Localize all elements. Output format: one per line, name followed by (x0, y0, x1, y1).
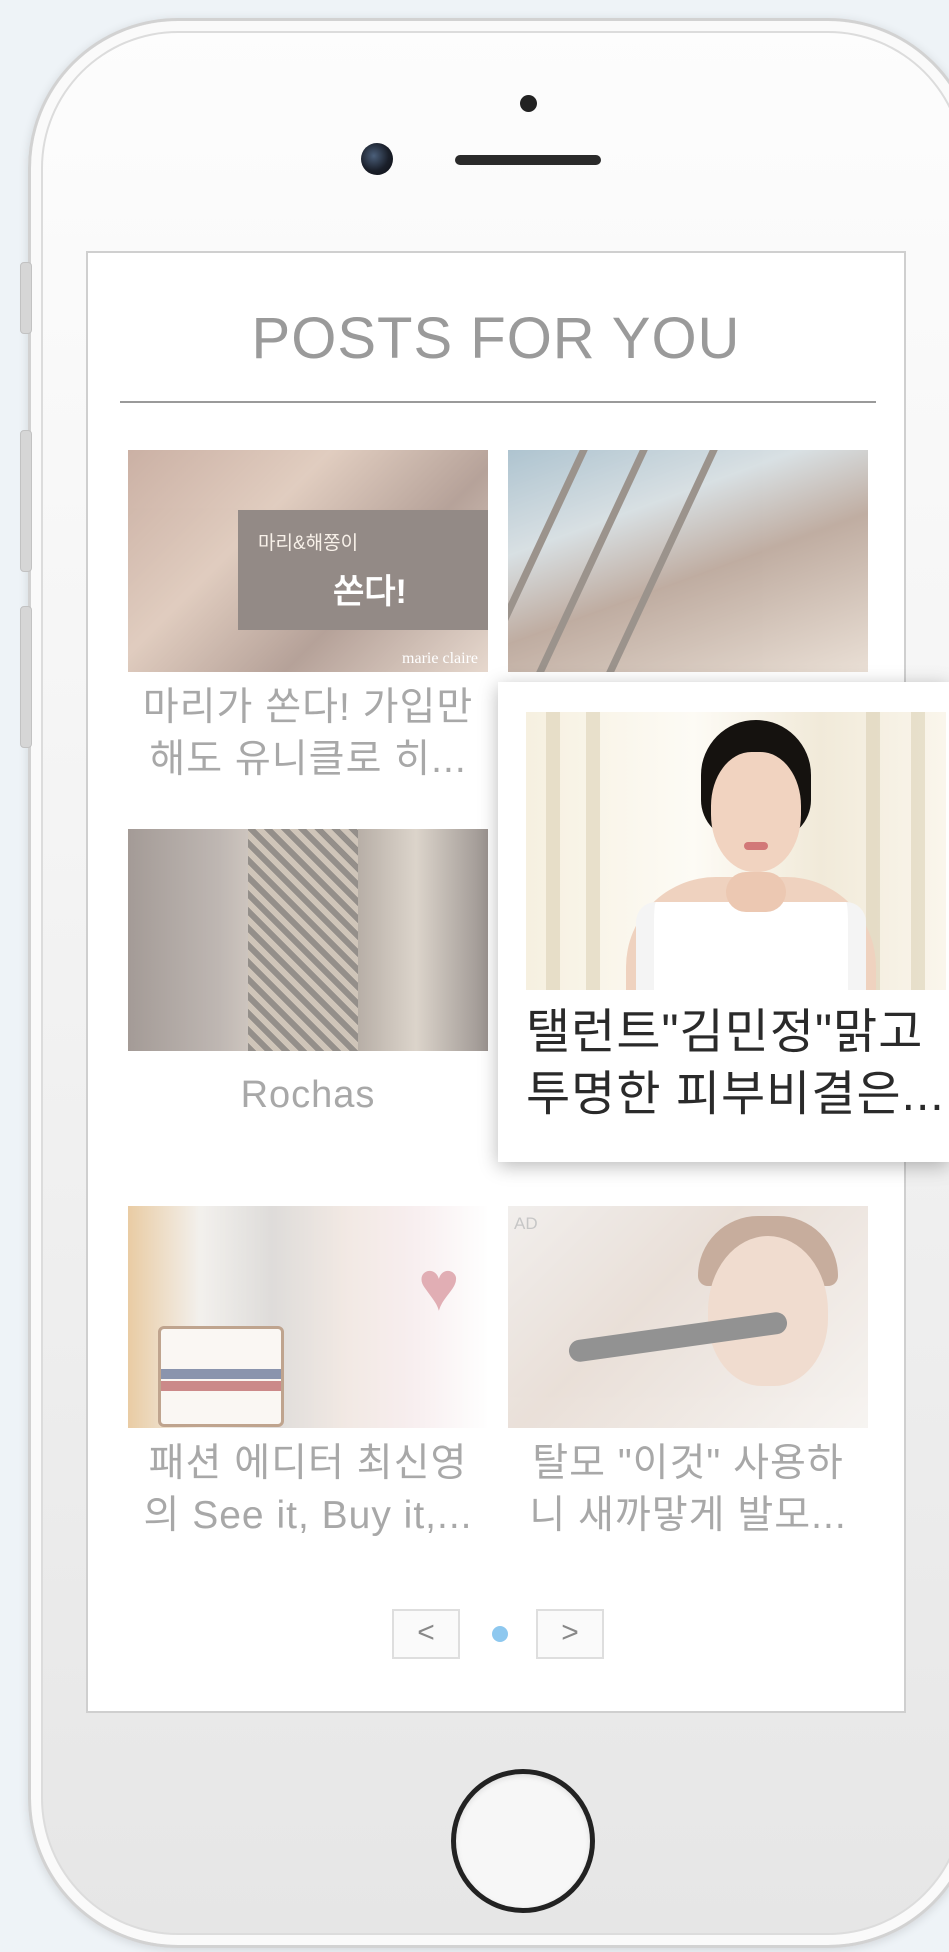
caption-line: 의 See it, Buy it,... (143, 1494, 473, 1537)
caption-line: 탈모 "이것" 사용하 (532, 1442, 844, 1485)
banner-headline: 쏜다! (333, 573, 407, 611)
post-card[interactable]: Rochas (128, 829, 488, 1121)
page-indicator-dot[interactable] (492, 1626, 508, 1642)
volume-down-button (20, 606, 32, 748)
featured-post-image[interactable] (526, 712, 946, 990)
post-card[interactable] (508, 450, 868, 672)
title-divider (120, 401, 876, 403)
proximity-sensor-icon (520, 95, 537, 112)
prev-page-button[interactable]: < (392, 1609, 460, 1659)
ad-thumbnail[interactable]: AD (508, 1206, 868, 1428)
post-card[interactable]: ♥ 패션 에디터 최신영 의 See it, Buy it,... (128, 1206, 488, 1542)
widget-title: POSTS FOR YOU (251, 306, 741, 371)
ad-caption[interactable]: 탈모 "이것" 사용하 니 새까맣게 발모... (508, 1438, 868, 1542)
post-caption[interactable]: Rochas (128, 1069, 488, 1121)
front-camera-icon (361, 143, 393, 175)
bag-image (158, 1326, 284, 1427)
featured-post-popup[interactable]: 탤런트"김민정"맑고 투명한 피부비결은... (498, 682, 949, 1162)
next-page-button[interactable]: > (536, 1609, 604, 1659)
volume-up-button (20, 430, 32, 572)
caption-line: 마리가 쏜다! 가입만 (142, 686, 474, 729)
post-thumbnail[interactable] (128, 829, 488, 1051)
earpiece-speaker (455, 155, 601, 165)
post-thumbnail[interactable]: 마리&해쫑이 쏜다! marie claire (128, 450, 488, 672)
post-thumbnail[interactable] (508, 450, 868, 672)
featured-post-caption[interactable]: 탤런트"김민정"맑고 투명한 피부비결은... (526, 1002, 946, 1126)
caption-line: 투명한 피부비결은... (526, 1068, 945, 1121)
banner-text: 마리&해쫑이 (258, 533, 359, 554)
post-caption[interactable]: 패션 에디터 최신영 의 See it, Buy it,... (128, 1438, 488, 1542)
caption-line: 탤런트"김민정"맑고 (526, 1006, 924, 1059)
watermark-text: marie claire (402, 650, 478, 667)
caption-line: 패션 에디터 최신영 (148, 1442, 468, 1485)
promo-banner: 마리&해쫑이 쏜다! (238, 510, 488, 630)
post-card[interactable]: 마리&해쫑이 쏜다! marie claire 마리가 쏜다! 가입만 해도 유… (128, 450, 488, 786)
post-caption[interactable]: 마리가 쏜다! 가입만 해도 유니클로 히... (128, 682, 488, 786)
heart-icon: ♥ (418, 1247, 460, 1325)
post-thumbnail[interactable]: ♥ (128, 1206, 488, 1428)
mute-switch (20, 262, 32, 334)
caption-line: Rochas (240, 1074, 376, 1116)
home-button[interactable] (451, 1769, 595, 1913)
ad-card[interactable]: AD 탈모 "이것" 사용하 니 새까맣게 발모... (508, 1206, 868, 1542)
pagination: < > (88, 1609, 904, 1661)
caption-line: 니 새까맣게 발모... (529, 1494, 847, 1537)
caption-line: 해도 유니클로 히... (149, 738, 467, 781)
ad-label: AD (514, 1214, 538, 1233)
